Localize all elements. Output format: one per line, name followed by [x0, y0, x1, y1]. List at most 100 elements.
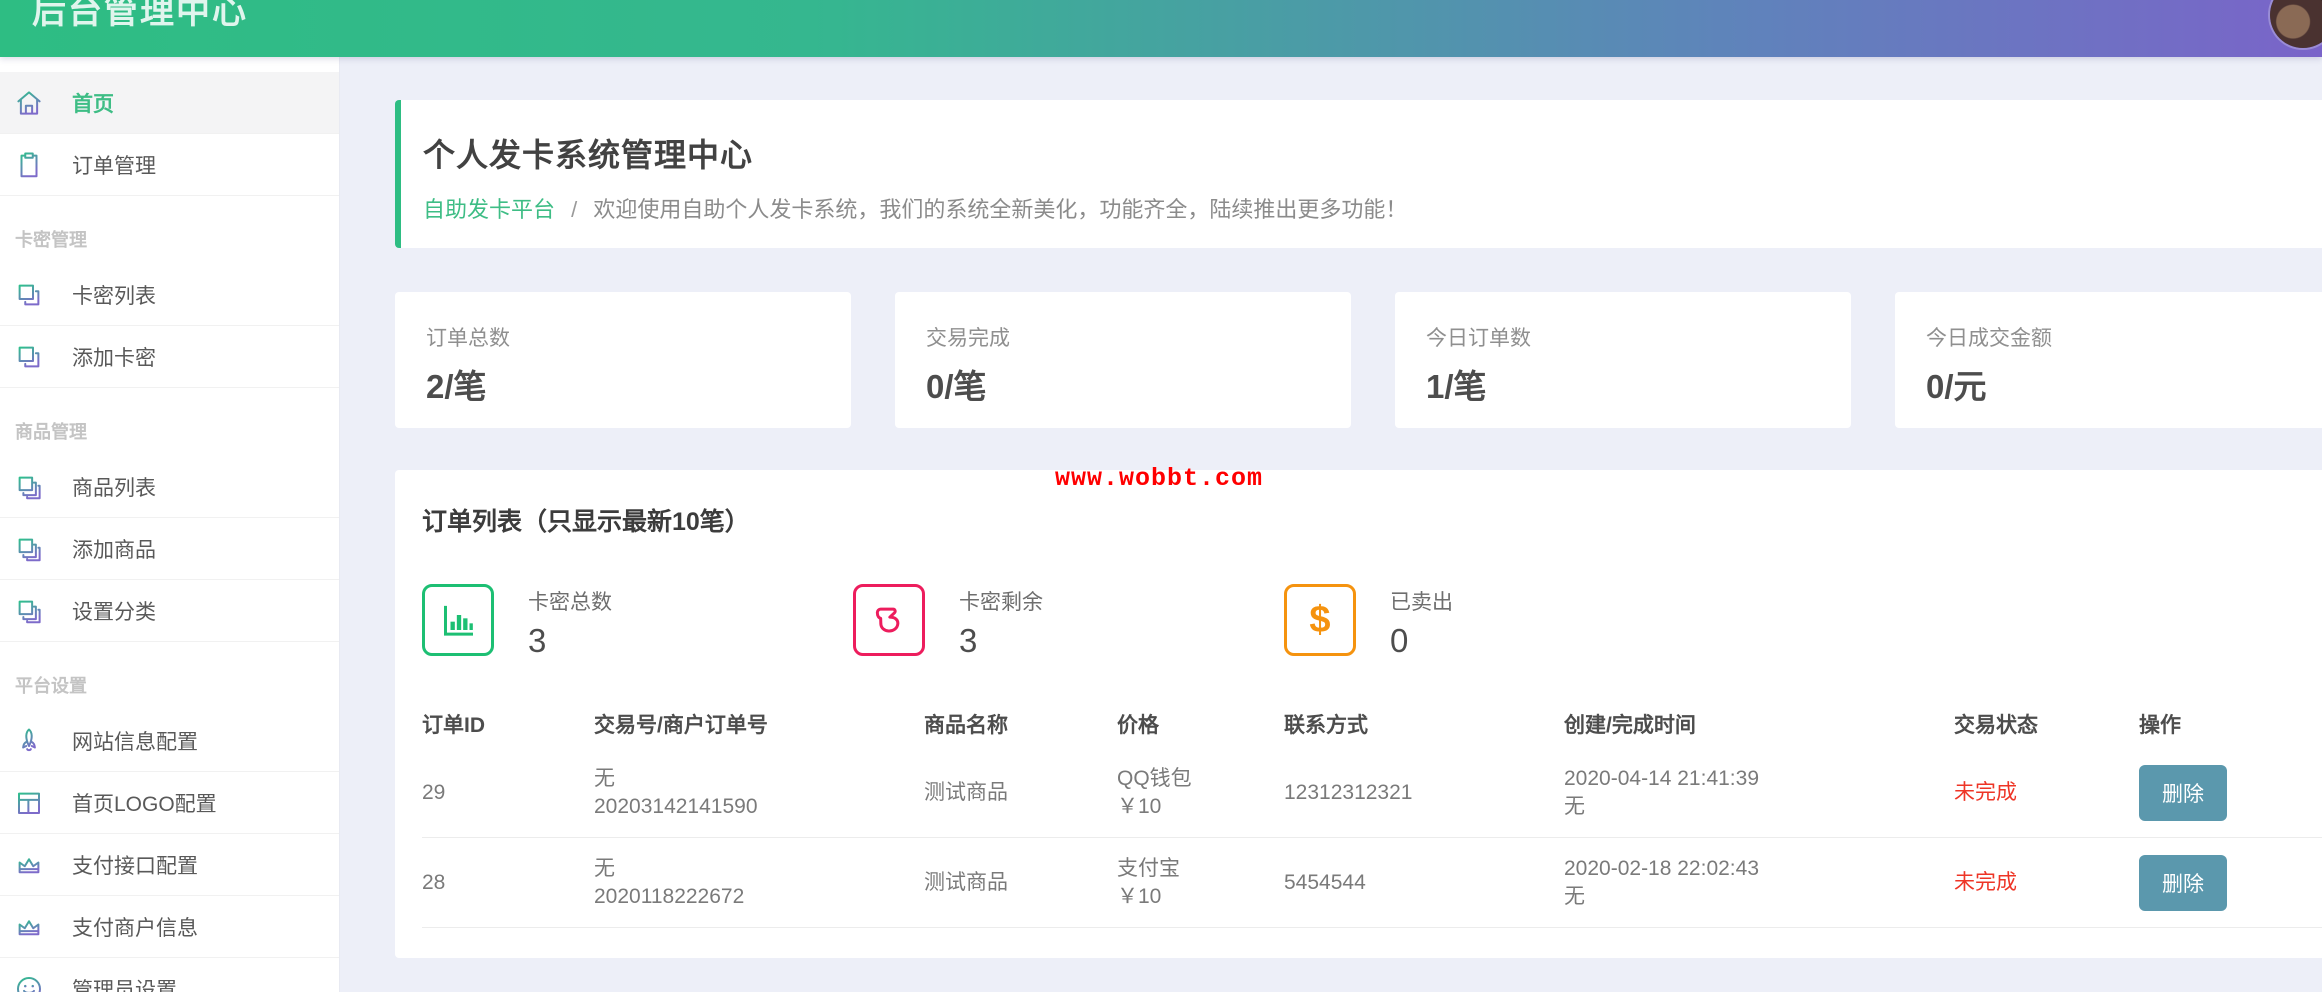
mini-stat-value: 3 — [528, 622, 612, 660]
mini-stat: 卡密剩余 3 — [853, 584, 1284, 660]
stat-card-value: 2/笔 — [426, 360, 851, 408]
column-header: 操作 — [2139, 709, 2322, 739]
mini-stat: 卡密总数 3 — [422, 584, 853, 660]
sidebar-item-label: 网站信息配置 — [72, 726, 198, 756]
crown-icon — [14, 912, 44, 942]
sidebar-item-label: 订单管理 — [72, 150, 156, 180]
stat-card: 订单总数 2/笔 — [395, 292, 851, 428]
stat-card-value: 0/笔 — [926, 360, 1351, 408]
hand-icon — [853, 584, 925, 656]
sidebar-item-label: 支付商户信息 — [72, 912, 198, 942]
mini-stat-label: 卡密总数 — [528, 586, 612, 616]
sidebar-section-label: 卡密管理 — [0, 196, 339, 264]
column-header: 交易号/商户订单号 — [594, 709, 924, 739]
action-cell: 删除 — [2139, 765, 2322, 821]
sidebar-item-添加商品[interactable]: 添加商品 — [0, 518, 339, 580]
stat-card-value: 0/元 — [1926, 360, 2322, 408]
layers-icon — [14, 534, 44, 564]
product-name-cell: 测试商品 — [924, 779, 1117, 807]
stat-card-label: 交易完成 — [926, 322, 1351, 352]
column-header: 交易状态 — [1954, 709, 2139, 739]
sidebar-item-label: 设置分类 — [72, 596, 156, 626]
table-row: 28 无2020118222672 测试商品 支付宝￥10 5454544 20… — [422, 838, 2322, 928]
sidebar-item-label: 商品列表 — [72, 472, 156, 502]
stat-card-label: 今日成交金额 — [1926, 322, 2322, 352]
column-header: 创建/完成时间 — [1564, 709, 1954, 739]
sidebar-item-label: 添加商品 — [72, 534, 156, 564]
sidebar-item-支付商户信息[interactable]: 支付商户信息 — [0, 896, 339, 958]
order-id-cell: 29 — [422, 779, 594, 807]
sidebar-item-网站信息配置[interactable]: 网站信息配置 — [0, 710, 339, 772]
user-avatar[interactable] — [2270, 0, 2322, 48]
column-header: 订单ID — [422, 709, 594, 739]
copy-icon — [14, 342, 44, 372]
sidebar-item-label: 管理员设置 — [72, 974, 177, 992]
content-area: 个人发卡系统管理中心 自助发卡平台 / 欢迎使用自助个人发卡系统，我们的系统全新… — [340, 57, 2322, 992]
delete-button[interactable]: 删除 — [2139, 765, 2227, 821]
app-title: 后台管理中心 — [32, 0, 248, 33]
sidebar-item-label: 卡密列表 — [72, 280, 156, 310]
orders-table-body: 29 无20203142141590 测试商品 QQ钱包￥10 12312312… — [422, 748, 2322, 928]
home-icon — [14, 88, 44, 118]
layout-icon — [14, 788, 44, 818]
rocket-icon — [14, 726, 44, 756]
sidebar-item-管理员设置[interactable]: 管理员设置 — [0, 958, 339, 992]
bar-chart-icon — [422, 584, 494, 656]
order-id-cell: 28 — [422, 869, 594, 897]
watermark-text: www.wobbt.com — [1055, 464, 1263, 493]
sidebar-item-商品列表[interactable]: 商品列表 — [0, 456, 339, 518]
sidebar-item-添加卡密[interactable]: 添加卡密 — [0, 326, 339, 388]
stat-card-value: 1/笔 — [1426, 360, 1851, 408]
platform-brand-link[interactable]: 自助发卡平台 — [423, 197, 555, 222]
stat-card: 今日订单数 1/笔 — [1395, 292, 1851, 428]
sidebar-item-订单管理[interactable]: 订单管理 — [0, 134, 339, 196]
column-header: 价格 — [1117, 709, 1284, 739]
mini-stat: $ 已卖出 0 — [1284, 584, 1715, 660]
order-list-card: www.wobbt.com 订单列表（只显示最新10笔） 卡密总数 3 卡密剩余… — [395, 470, 2322, 958]
time-cell: 2020-02-18 22:02:43无 — [1564, 855, 1954, 911]
mini-stats-row: 卡密总数 3 卡密剩余 3 $ 已卖出 0 — [422, 584, 2322, 660]
product-name-cell: 测试商品 — [924, 869, 1117, 897]
main-layout: 首页 订单管理 卡密管理 卡密列表 添加卡密 商品管理 商品列表 添加商品 设置… — [0, 57, 2322, 992]
trade-no-cell: 无2020118222672 — [594, 855, 924, 911]
time-cell: 2020-04-14 21:41:39无 — [1564, 765, 1954, 821]
sidebar-section-label: 商品管理 — [0, 388, 339, 456]
sidebar-section-label: 平台设置 — [0, 642, 339, 710]
mini-stat-value: 3 — [959, 622, 1043, 660]
orders-table-header: 订单ID交易号/商户订单号商品名称价格联系方式创建/完成时间交易状态操作 — [422, 700, 2322, 748]
sidebar-nav: 首页 订单管理 卡密管理 卡密列表 添加卡密 商品管理 商品列表 添加商品 设置… — [0, 72, 339, 992]
contact-cell: 5454544 — [1284, 869, 1564, 897]
smiley-icon — [14, 974, 44, 992]
layers-icon — [14, 472, 44, 502]
dollar-icon: $ — [1284, 584, 1356, 656]
sidebar-item-label: 首页 — [72, 88, 114, 118]
copy-icon — [14, 280, 44, 310]
sidebar-item-首页[interactable]: 首页 — [0, 72, 339, 134]
table-row: 29 无20203142141590 测试商品 QQ钱包￥10 12312312… — [422, 748, 2322, 838]
sidebar-item-label: 首页LOGO配置 — [72, 788, 217, 818]
stat-card-label: 今日订单数 — [1426, 322, 1851, 352]
sidebar: 首页 订单管理 卡密管理 卡密列表 添加卡密 商品管理 商品列表 添加商品 设置… — [0, 57, 340, 992]
sidebar-item-卡密列表[interactable]: 卡密列表 — [0, 264, 339, 326]
subtitle-separator: / — [571, 197, 577, 222]
trade-no-cell: 无20203142141590 — [594, 765, 924, 821]
orders-table: 订单ID交易号/商户订单号商品名称价格联系方式创建/完成时间交易状态操作 29 … — [422, 700, 2322, 928]
sidebar-item-首页LOGO配置[interactable]: 首页LOGO配置 — [0, 772, 339, 834]
delete-button[interactable]: 删除 — [2139, 855, 2227, 911]
stat-cards-row: 订单总数 2/笔 交易完成 0/笔 今日订单数 1/笔 今日成交金额 0/元 — [395, 292, 2322, 428]
top-bar: 后台管理中心 — [0, 0, 2322, 57]
mini-stat-label: 已卖出 — [1390, 586, 1453, 616]
contact-cell: 12312312321 — [1284, 779, 1564, 807]
welcome-subtitle: 自助发卡平台 / 欢迎使用自助个人发卡系统，我们的系统全新美化，功能齐全，陆续推… — [423, 192, 2311, 224]
mini-stat-value: 0 — [1390, 622, 1453, 660]
sidebar-item-设置分类[interactable]: 设置分类 — [0, 580, 339, 642]
welcome-card: 个人发卡系统管理中心 自助发卡平台 / 欢迎使用自助个人发卡系统，我们的系统全新… — [395, 100, 2322, 248]
crown-icon — [14, 850, 44, 880]
sidebar-item-label: 支付接口配置 — [72, 850, 198, 880]
sidebar-item-支付接口配置[interactable]: 支付接口配置 — [0, 834, 339, 896]
layers-icon — [14, 596, 44, 626]
stat-card: 交易完成 0/笔 — [895, 292, 1351, 428]
mini-stat-label: 卡密剩余 — [959, 586, 1043, 616]
stat-card: 今日成交金额 0/元 — [1895, 292, 2322, 428]
column-header: 联系方式 — [1284, 709, 1564, 739]
